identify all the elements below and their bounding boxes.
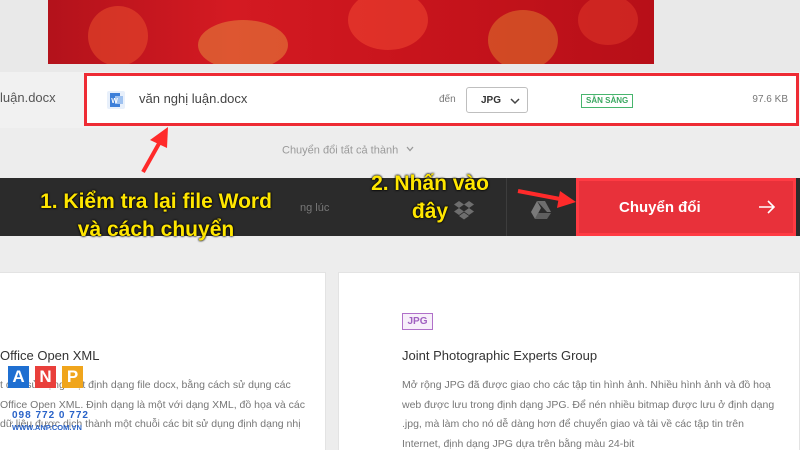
annotation-step-1-line-2: và cách chuyển xyxy=(77,218,235,241)
convert-all-link[interactable]: Chuyển đổi tất cả thành xyxy=(282,144,415,157)
action-bar-divider xyxy=(506,178,507,236)
arrow-right-icon xyxy=(757,197,777,222)
previous-file-name: luận.docx xyxy=(0,90,56,105)
card-title-docx: Office Open XML xyxy=(0,348,100,363)
chevron-down-icon xyxy=(509,94,521,112)
svg-text:W: W xyxy=(111,98,118,105)
convert-button-label: Chuyển đổi xyxy=(619,199,701,216)
logo-letter-a: A xyxy=(8,366,29,388)
chevron-down-icon xyxy=(405,144,415,157)
logo-letter-n: N xyxy=(35,366,56,388)
anp-logo: A N P 098 772 0 772 WWW.ANP.COM.VN xyxy=(2,366,110,446)
logo-letter-p: P xyxy=(62,366,83,388)
ad-banner-area xyxy=(0,0,800,72)
annotation-step-1-line-1: 1. Kiểm tra lại file Word xyxy=(40,190,272,213)
card-body-jpg: Mở rộng JPG đã được giao cho các tập tin… xyxy=(402,379,775,450)
logo-phone: 098 772 0 772 xyxy=(12,410,89,421)
format-value: JPG xyxy=(481,95,502,106)
convert-button[interactable]: Chuyển đổi xyxy=(576,178,796,236)
annotation-step-1: 1. Kiểm tra lại file Word và cách chuyển xyxy=(6,188,306,244)
convert-all-label: Chuyển đổi tất cả thành xyxy=(282,144,399,157)
word-file-icon: W xyxy=(107,91,125,109)
jpg-badge: JPG xyxy=(402,313,433,330)
format-select[interactable]: JPG xyxy=(466,87,528,113)
file-size: 97.6 KB xyxy=(752,94,788,105)
annotation-step-2: 2. Nhấn vào đây xyxy=(354,170,506,226)
logo-site: WWW.ANP.COM.VN xyxy=(12,423,82,432)
annotation-step-2-line-1: 2. Nhấn vào xyxy=(371,172,489,195)
google-drive-icon[interactable] xyxy=(530,200,552,225)
file-name: văn nghị luận.docx xyxy=(139,91,248,106)
ad-banner[interactable] xyxy=(48,0,654,64)
anp-logo-letters: A N P xyxy=(8,366,89,388)
card-title-jpg: Joint Photographic Experts Group xyxy=(402,348,598,363)
file-row[interactable]: W văn nghị luận.docx đến JPG SẴN SÀNG 97… xyxy=(84,73,799,126)
to-label: đến xyxy=(439,94,456,105)
annotation-step-2-line-2: đây xyxy=(411,200,449,223)
status-badge: SẴN SÀNG xyxy=(581,94,634,108)
